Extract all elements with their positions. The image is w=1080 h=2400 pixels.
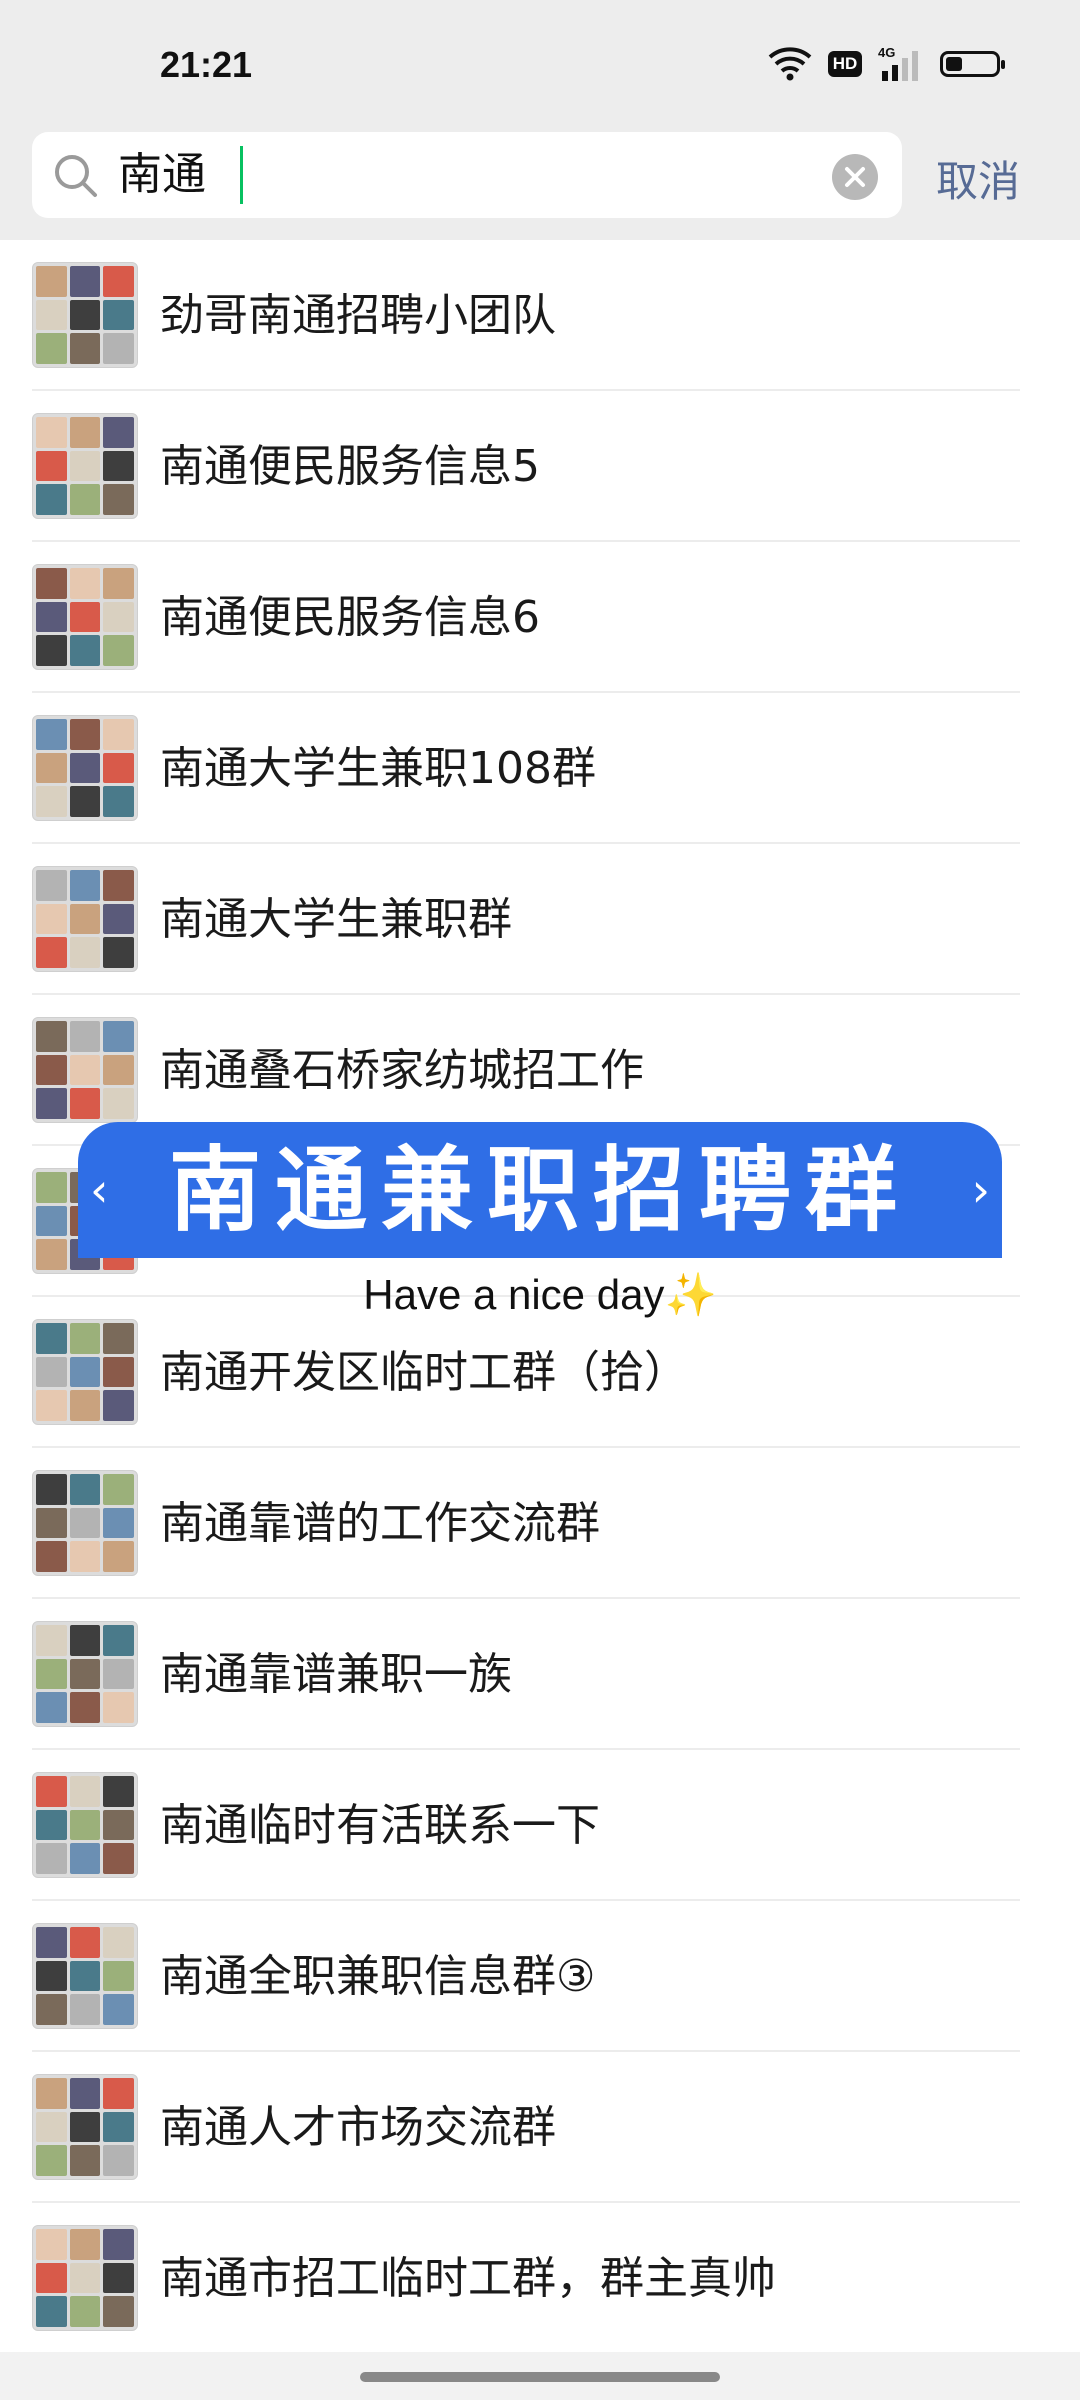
search-area: 南通 取消 [0, 130, 1080, 240]
group-avatar [32, 2225, 138, 2331]
wifi-icon [768, 47, 812, 81]
list-item[interactable]: 南通市招工临时工群，群主真帅 [0, 2203, 1080, 2354]
group-name: 南通大学生兼职108群 [160, 743, 596, 794]
list-item[interactable]: 南通临时有活联系一下 [0, 1750, 1080, 1901]
text-caret [240, 146, 243, 204]
status-bar: 21:21 HD 4G [0, 0, 1080, 130]
list-item[interactable]: 南通靠谱兼职一族 [0, 1599, 1080, 1750]
list-item[interactable]: 劲哥南通招聘小团队 [0, 240, 1080, 391]
list-item[interactable]: 南通全职兼职信息群③ [0, 1901, 1080, 2052]
cancel-button[interactable]: 取消 [936, 148, 1020, 209]
group-avatar [32, 1017, 138, 1123]
group-avatar [32, 1470, 138, 1576]
group-name: 劲哥南通招聘小团队 [160, 290, 556, 341]
list-item[interactable]: 南通靠谱的工作交流群 [0, 1448, 1080, 1599]
group-name: 南通便民服务信息5 [160, 441, 540, 492]
banner-caption: Have a nice day✨ [0, 1262, 1080, 1328]
search-input[interactable]: 南通 [118, 146, 206, 204]
battery-icon [940, 51, 1005, 77]
group-avatar [32, 2074, 138, 2180]
sparkle-icon: ✨ [664, 1271, 717, 1318]
group-name: 南通靠谱的工作交流群 [160, 1498, 600, 1549]
group-name: 南通便民服务信息6 [160, 592, 540, 643]
group-name: 南通临时有活联系一下 [160, 1800, 600, 1851]
group-avatar [32, 1319, 138, 1425]
home-indicator[interactable] [360, 2372, 720, 2382]
group-avatar [32, 413, 138, 519]
list-item[interactable]: 南通便民服务信息5 [0, 391, 1080, 542]
promo-banner: ‹ 南通兼职招聘群 › [78, 1122, 1002, 1258]
clear-icon[interactable] [832, 154, 878, 200]
list-item[interactable]: 南通大学生兼职群 [0, 844, 1080, 995]
group-avatar [32, 262, 138, 368]
status-icons: HD 4G [768, 42, 1005, 86]
group-name: 南通大学生兼职群 [160, 894, 512, 945]
network-label: 4G [878, 45, 895, 60]
caption-text: Have a nice day [363, 1271, 665, 1318]
group-avatar [32, 715, 138, 821]
group-name: 南通市招工临时工群，群主真帅 [160, 2253, 776, 2304]
group-avatar [32, 866, 138, 972]
group-name: 南通人才市场交流群 [160, 2102, 556, 2153]
search-box[interactable]: 南通 [32, 132, 902, 218]
group-name: 南通靠谱兼职一族 [160, 1649, 512, 1700]
group-avatar [32, 564, 138, 670]
status-time: 21:21 [160, 44, 253, 85]
group-avatar [32, 1621, 138, 1727]
bottom-bar [0, 2352, 1080, 2400]
banner-title: 南通兼职招聘群 [168, 1136, 911, 1244]
list-item[interactable]: 南通大学生兼职108群 [0, 693, 1080, 844]
hd-icon: HD [828, 51, 862, 77]
search-icon [52, 152, 100, 200]
group-avatar [32, 1923, 138, 2029]
group-avatar [32, 1772, 138, 1878]
group-name: 南通全职兼职信息群③ [160, 1951, 596, 2002]
signal-icon: 4G [878, 45, 924, 83]
chevron-right-icon: › [971, 1163, 990, 1217]
list-item[interactable]: 南通便民服务信息6 [0, 542, 1080, 693]
list-item[interactable]: 南通人才市场交流群 [0, 2052, 1080, 2203]
